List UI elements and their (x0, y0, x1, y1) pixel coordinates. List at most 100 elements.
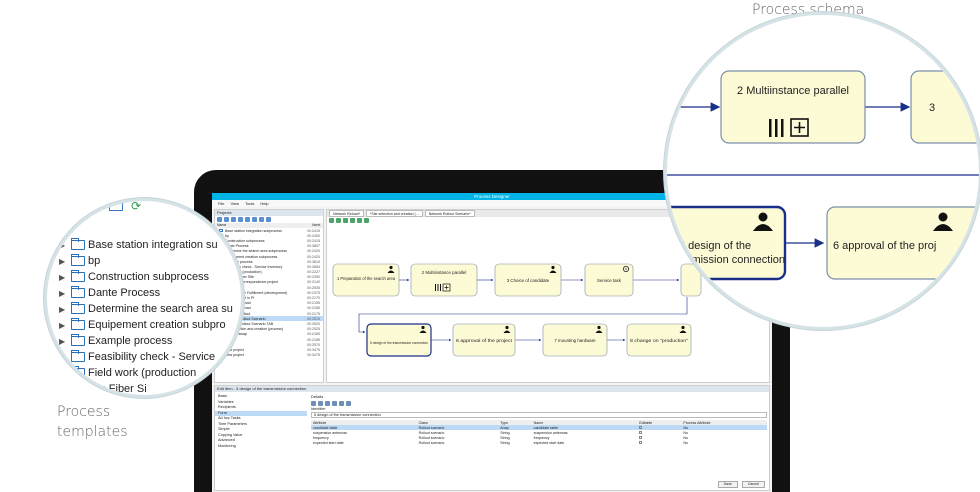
node-8[interactable]: 8 change on "production" (626, 323, 692, 357)
zoom-out-icon[interactable] (336, 218, 341, 223)
nav-item[interactable]: Monitoring (215, 444, 307, 450)
tree-row-label: Determine the search area subprocess (225, 249, 287, 254)
new-icon[interactable] (217, 217, 222, 222)
folder-icon[interactable] (252, 217, 257, 222)
grid-icon[interactable] (350, 218, 355, 223)
zoom-tree-row[interactable]: ▶ Feasibility check - Service (59, 349, 215, 365)
tree-col-ident[interactable]: Ident. (312, 223, 321, 228)
validate-icon[interactable] (364, 218, 369, 223)
delete-icon[interactable] (259, 217, 264, 222)
expand-arrow-icon[interactable]: ▶ (59, 241, 71, 250)
cancel-button[interactable]: Cancel (741, 481, 765, 488)
zoom-tree-row[interactable]: ▶ bp (59, 253, 100, 269)
zoom-in-icon[interactable] (329, 218, 334, 223)
editable-checkbox[interactable] (639, 435, 643, 439)
zoom-node-5[interactable]: 5 design of the transmission connection (667, 205, 787, 281)
tree-row-ident: /0/:2420 (307, 254, 320, 259)
add-icon[interactable] (325, 401, 330, 406)
node-2[interactable]: 2 Multiinstance parallel (410, 263, 478, 297)
save-button[interactable]: Save (717, 481, 738, 488)
node-6[interactable]: 6 approval of the project (452, 323, 516, 357)
zoom-tree-row-label: Example process (88, 335, 173, 347)
table-row[interactable]: expected start date Rollout scenario Strin… (311, 440, 767, 445)
folder-icon (71, 318, 85, 330)
expand-arrow-icon[interactable]: ▶ (59, 273, 71, 282)
zoom-tree-row[interactable]: ▶ eric Fiber Si (59, 381, 147, 395)
menu-file[interactable]: File (218, 200, 224, 207)
node-7[interactable]: 7 mounting hardware (542, 323, 608, 357)
zoom-tree-row[interactable]: ▶ Construction subprocess (59, 269, 209, 285)
link-icon[interactable] (346, 401, 351, 406)
export-icon[interactable] (266, 217, 271, 222)
node-4[interactable]: Service task (584, 263, 634, 297)
tree-row-ident: /0/:2654 (307, 264, 320, 269)
zoom-tree-row[interactable]: ▶ Dante Process (59, 285, 160, 301)
cell-editable[interactable] (637, 440, 681, 445)
tab-site-selection[interactable]: *Site selection and creation (... (365, 210, 423, 217)
menu-tools[interactable]: Tools (245, 200, 254, 207)
folder-icon (71, 334, 85, 346)
fit-icon[interactable] (343, 218, 348, 223)
expand-arrow-icon[interactable]: ▶ (59, 385, 71, 394)
expand-arrow-icon[interactable]: ▶ (59, 289, 71, 298)
tab-network-rollout[interactable]: Network Rollout Scenario* (424, 210, 475, 217)
node-1-label: 1 Preparation of the search area (337, 276, 396, 281)
tree-row-label: New (225, 343, 307, 347)
open-icon[interactable] (224, 217, 229, 222)
expand-arrow-icon[interactable]: ▶ (59, 305, 71, 314)
expand-arrow-icon[interactable]: ▶ (59, 337, 71, 346)
tree-row[interactable]: New project/0/:3475 (215, 347, 323, 352)
tree-col-name[interactable]: Name (217, 223, 226, 228)
tree-row-label: New project (225, 353, 244, 358)
zoom-node-5-line1: 5 design of the (679, 240, 751, 252)
up-icon[interactable] (311, 401, 316, 406)
editable-checkbox[interactable] (639, 430, 643, 434)
zoom-node-2[interactable]: 2 Multiinstance parallel (720, 70, 866, 144)
save-icon[interactable] (231, 217, 236, 222)
remove-icon[interactable] (332, 401, 337, 406)
folder-icon (71, 270, 85, 282)
tree-row[interactable]: bp/0/:2400 (215, 233, 323, 238)
play-icon[interactable] (357, 218, 362, 223)
zoom-node-6[interactable]: 6 approval of the proj (826, 206, 980, 280)
refresh-icon[interactable] (245, 217, 250, 222)
node-5[interactable]: 5 design of the transmission connection (366, 323, 432, 357)
zoom-tree-row[interactable]: ▶ Field work (production (59, 365, 196, 381)
tree-row[interactable]: Base station integration subprocess/0/:2… (215, 228, 323, 233)
zoom-tree-row[interactable]: ▶ Base station integration su (59, 237, 218, 253)
tree-row-label: Equipement creation subprocess (225, 254, 278, 259)
zoom-tree-row[interactable]: ▶ Example process (59, 333, 172, 349)
editable-checkbox[interactable] (639, 425, 643, 429)
zoom-tree-row-label: Equipement creation subpro (88, 319, 226, 331)
tree-row[interactable]: Construction subprocess/0/:2415 (215, 238, 323, 243)
tree-row-label: New (225, 338, 307, 342)
expand-arrow-icon[interactable]: ▶ (59, 369, 71, 378)
copy-icon[interactable] (238, 217, 243, 222)
node-5-label: 5 design of the transmission connection (370, 340, 428, 345)
zoom-refresh-icon[interactable]: ⟳ (131, 201, 143, 212)
expand-arrow-icon[interactable]: ▶ (59, 257, 71, 266)
node-1[interactable]: 1 Preparation of the search area (332, 263, 400, 297)
expand-arrow-icon[interactable]: ▶ (59, 353, 71, 362)
zoom-table-icon[interactable] (109, 201, 123, 211)
expand-arrow-icon[interactable]: ▶ (59, 321, 71, 330)
edit-icon[interactable] (339, 401, 344, 406)
tree-row[interactable]: Dante Process/0/:3807 (215, 244, 323, 249)
zoom-node-3[interactable]: 3 (910, 70, 980, 144)
menu-help[interactable]: Help (260, 200, 268, 207)
editable-checkbox[interactable] (639, 440, 643, 444)
zoom-grid-icon[interactable] (87, 201, 101, 211)
cell-process-attribute: No (683, 440, 688, 445)
zoom-tree-row-label: Feasibility check - Service (88, 351, 216, 363)
tree-row[interactable]: New project/0/:3475 (215, 353, 323, 358)
zoom-tree-row[interactable]: ▶ Equipement creation subpro (59, 317, 226, 333)
down-icon[interactable] (318, 401, 323, 406)
tab-network-reload[interactable]: Network Reload* (329, 210, 364, 217)
dialog-buttons: Save Cancel (717, 481, 765, 488)
zoom-node-6-label: 6 approval of the proj (833, 240, 936, 252)
attributes-table: Attribute Class Type Name Editable Process At… (311, 420, 767, 445)
zoom-tree-row[interactable]: ▶ Determine the search area su (59, 301, 233, 317)
identifier-input[interactable]: 5 design of the transmission connection (311, 412, 767, 418)
menu-view[interactable]: View (230, 200, 239, 207)
node-3[interactable]: 3 Choice of candidate (494, 263, 562, 297)
